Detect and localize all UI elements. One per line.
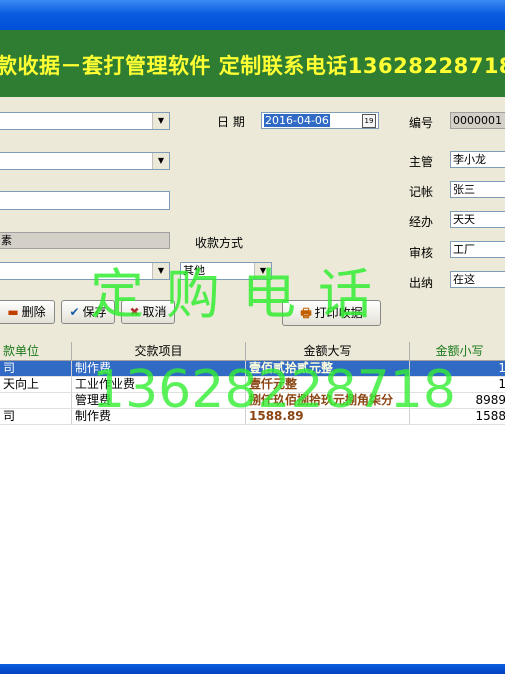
receipt-form: ▼ 日 期 2016-04-06 19 编号 0000001 ▼ 主管 李小龙 … — [0, 97, 505, 342]
payment-method-combo[interactable]: 其他 ▼ — [180, 262, 272, 280]
row-lower[interactable]: 1 — [410, 361, 505, 377]
row-unit[interactable]: 司 — [0, 409, 72, 425]
auditor-field[interactable]: 工厂 — [450, 241, 505, 258]
receipt-grid[interactable]: 款单位 交款项目 金额大写 金额小写 司 制作费 壹佰贰拾贰元整 1 天向上 工… — [0, 342, 505, 664]
payer-combo[interactable]: ▼ — [0, 112, 170, 130]
row-lower[interactable]: 1 — [410, 377, 505, 393]
amount-field[interactable] — [0, 191, 170, 210]
bookkeeper-field[interactable]: 张三 — [450, 181, 505, 198]
window-titlebar — [0, 0, 505, 30]
chevron-down-icon[interactable]: ▼ — [152, 153, 169, 169]
auditor-label: 审核 — [409, 246, 434, 260]
chevron-down-icon[interactable]: ▼ — [152, 263, 169, 279]
grid-header-unit[interactable]: 款单位 — [0, 342, 72, 361]
window-bottom-border — [0, 664, 505, 674]
delete-button[interactable]: ▬ 删除 — [0, 300, 55, 324]
cashier-field[interactable]: 在这 — [450, 271, 505, 288]
date-field[interactable]: 2016-04-06 19 — [261, 112, 379, 129]
grid-header-lower[interactable]: 金额小写 — [410, 342, 505, 361]
save-label: 保存 — [82, 305, 107, 319]
handler-label: 经办 — [409, 215, 434, 229]
number-field: 0000001 — [450, 112, 505, 129]
row-unit[interactable]: 天向上 — [0, 377, 72, 393]
supervisor-label: 主管 — [409, 155, 434, 169]
cancel-label: 取消 — [142, 305, 167, 319]
row-lower[interactable]: 8989 — [410, 393, 505, 409]
app-banner: 款收据－套打管理软件 定制联系电话13628228718 — [0, 30, 505, 97]
row-upper[interactable]: 捌仟玖佰捌拾玖元捌角柒分 — [246, 393, 410, 409]
chevron-down-icon[interactable]: ▼ — [152, 113, 169, 129]
row-item[interactable]: 制作费 — [72, 361, 246, 377]
receiver-combo[interactable]: ▼ — [0, 262, 170, 280]
bookkeeper-label: 记帐 — [409, 185, 434, 199]
table-row[interactable]: 天向上 工业作业费 壹仟元整 1 — [0, 377, 505, 393]
supervisor-field[interactable]: 李小龙 — [450, 151, 505, 168]
minus-icon: ▬ — [7, 305, 19, 319]
print-label: 打印收据 — [314, 306, 363, 320]
checkmark-icon: ✔ — [69, 305, 80, 319]
date-label: 日 期 — [217, 115, 245, 129]
print-receipt-button[interactable]: 🖶 打印收据 — [282, 300, 381, 326]
project-combo[interactable]: ▼ — [0, 152, 170, 170]
table-row[interactable]: 司 制作费 壹佰贰拾贰元整 1 — [0, 361, 505, 377]
grid-header-item[interactable]: 交款项目 — [72, 342, 246, 361]
row-unit[interactable]: 司 — [0, 361, 72, 377]
close-icon: ✖ — [129, 305, 140, 319]
printer-icon: 🖶 — [300, 306, 312, 320]
table-row[interactable]: 管理费 捌仟玖佰捌拾玖元捌角柒分 8989 — [0, 393, 505, 409]
date-value: 2016-04-06 — [264, 114, 330, 127]
partial-label: 素 — [1, 234, 12, 247]
uppercase-amount-field: 素 — [0, 232, 170, 249]
delete-label: 删除 — [21, 305, 46, 319]
banner-title: 款收据－套打管理软件 定制联系电话13628228718 — [0, 54, 505, 78]
payment-method-value: 其他 — [183, 264, 205, 277]
row-upper[interactable]: 壹佰贰拾贰元整 — [246, 361, 410, 377]
row-item[interactable]: 制作费 — [72, 409, 246, 425]
row-item[interactable]: 工业作业费 — [72, 377, 246, 393]
cancel-button[interactable]: ✖ 取消 — [121, 300, 175, 324]
handler-field[interactable]: 天天 — [450, 211, 505, 228]
payment-method-label: 收款方式 — [195, 236, 244, 250]
cashier-label: 出纳 — [409, 276, 434, 290]
calendar-icon[interactable]: 19 — [362, 114, 376, 128]
save-button[interactable]: ✔ 保存 — [61, 300, 115, 324]
number-label: 编号 — [409, 116, 434, 130]
chevron-down-icon[interactable]: ▼ — [254, 263, 271, 279]
row-item[interactable]: 管理费 — [72, 393, 246, 409]
row-lower[interactable]: 1588 — [410, 409, 505, 425]
row-unit[interactable] — [0, 393, 72, 409]
row-upper[interactable]: 1588.89 — [246, 409, 410, 425]
row-upper[interactable]: 壹仟元整 — [246, 377, 410, 393]
grid-header-upper[interactable]: 金额大写 — [246, 342, 410, 361]
table-row[interactable]: 司 制作费 1588.89 1588 — [0, 409, 505, 425]
